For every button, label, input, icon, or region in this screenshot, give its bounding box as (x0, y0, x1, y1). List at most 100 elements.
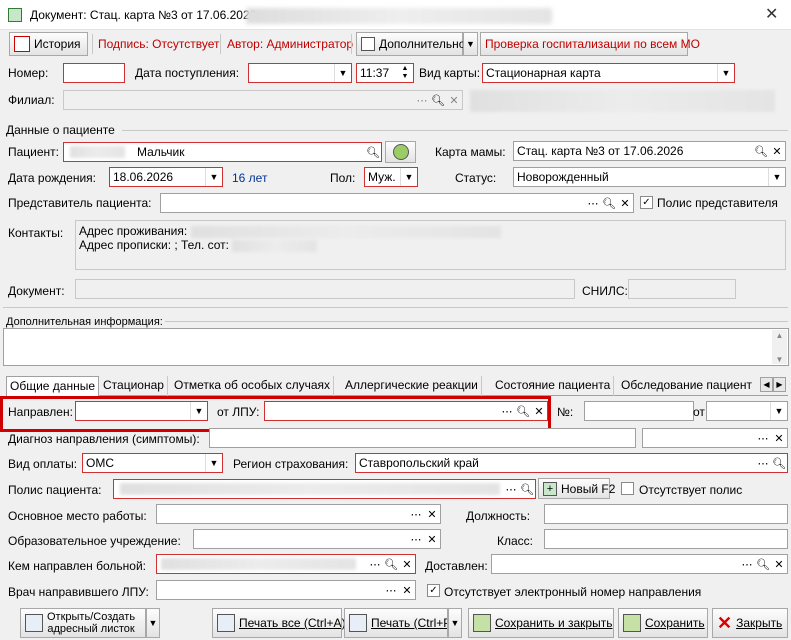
ellipsis-icon[interactable]: ⋯ (408, 530, 424, 548)
ellipsis-icon[interactable]: ⋯ (499, 402, 515, 420)
ellipsis-icon[interactable]: ⋯ (503, 480, 519, 498)
mother-card-field[interactable]: Стац. карта №3 от 17.06.2026 🔍︎ ✕ (513, 141, 786, 161)
tab-scroll-right-icon[interactable]: ▶ (773, 377, 786, 392)
number-field[interactable] (63, 63, 125, 83)
calendar-dropdown-icon[interactable]: ▼ (205, 168, 222, 186)
referral-date-field[interactable]: ▼ (706, 401, 788, 421)
open-address-button[interactable]: Открыть/Создать адресный листок (20, 608, 146, 638)
class-field[interactable] (544, 529, 788, 549)
save-button[interactable]: Сохранить (618, 608, 708, 638)
time-spinner-icon[interactable]: ▲ ▼ (397, 64, 413, 82)
referred-by-field[interactable]: ⋯ 🔍︎ ✕ (156, 554, 416, 574)
search-icon[interactable]: 🔍︎ (753, 142, 769, 160)
tab-hospital[interactable]: Стационар (100, 376, 168, 396)
search-icon[interactable]: 🔍︎ (365, 143, 381, 161)
section-divider (3, 307, 788, 308)
history-button[interactable]: История (9, 32, 88, 56)
policy-field[interactable]: ⋯ 🔍︎ (113, 479, 536, 499)
birth-date-field[interactable]: 18.06.2026 ▼ (109, 167, 223, 187)
print-button[interactable]: Печать (Ctrl+P) (344, 608, 448, 638)
from-lpu-field[interactable]: ⋯ 🔍︎ ✕ (264, 401, 548, 421)
open-address-dropdown[interactable]: ▼ (146, 608, 160, 638)
scrollbar[interactable]: ▲ ▼ (772, 330, 787, 364)
section-divider (122, 130, 788, 131)
card-type-select[interactable]: Стационарная карта ▼ (482, 63, 735, 83)
search-icon[interactable]: 🔍︎ (515, 402, 531, 420)
save-icon (623, 614, 641, 632)
chevron-down-icon[interactable]: ▼ (717, 64, 734, 82)
search-icon[interactable]: 🔍︎ (771, 454, 787, 472)
ellipsis-icon[interactable]: ⋯ (383, 581, 399, 599)
clear-icon[interactable]: ✕ (424, 505, 440, 523)
ellipsis-icon[interactable]: ⋯ (755, 429, 771, 447)
clear-icon[interactable]: ✕ (769, 142, 785, 160)
chevron-down-icon[interactable]: ▼ (190, 402, 207, 420)
tab-examination[interactable]: Обследование пациент (618, 376, 755, 396)
ellipsis-icon[interactable]: ⋯ (367, 555, 383, 573)
ellipsis-icon[interactable]: ⋯ (755, 454, 771, 472)
clear-icon[interactable]: ✕ (771, 429, 787, 447)
diagnosis-code-field[interactable]: ⋯ ✕ (642, 428, 788, 448)
clear-icon[interactable]: ✕ (617, 194, 633, 212)
workplace-field[interactable]: ⋯ ✕ (156, 504, 441, 524)
clear-icon[interactable]: ✕ (424, 530, 440, 548)
chevron-down-icon[interactable]: ▼ (770, 402, 787, 420)
close-button[interactable]: ✕ Закрыть (712, 608, 788, 638)
referral-number-field[interactable] (584, 401, 694, 421)
patient-card-button[interactable] (385, 141, 416, 163)
no-e-referral-checkbox[interactable]: ✓ (427, 584, 440, 597)
chevron-down-icon[interactable]: ▼ (205, 454, 222, 472)
branch-field[interactable]: ⋯ 🔍︎ ✕ (63, 90, 463, 110)
clear-icon[interactable]: ✕ (399, 555, 415, 573)
clear-icon[interactable]: ✕ (399, 581, 415, 599)
ellipsis-icon[interactable]: ⋯ (414, 91, 430, 109)
additional-dropdown[interactable]: ▼ (463, 32, 478, 56)
new-policy-button[interactable]: + Новый F2 (538, 478, 615, 499)
search-icon[interactable]: 🔍︎ (383, 555, 399, 573)
status-select[interactable]: Новорожденный ▼ (513, 167, 786, 187)
representative-policy-checkbox[interactable]: ✓ (640, 196, 653, 209)
search-icon[interactable]: 🔍︎ (755, 555, 771, 573)
tab-allergies[interactable]: Аллергические реакции (342, 376, 482, 396)
chevron-down-icon[interactable]: ▼ (400, 168, 417, 186)
print-all-button[interactable]: Печать все (Ctrl+A) (212, 608, 346, 638)
no-policy-checkbox[interactable] (621, 482, 634, 495)
ellipsis-icon[interactable]: ⋯ (739, 555, 755, 573)
tab-general[interactable]: Общие данные (6, 376, 100, 397)
delivered-field[interactable]: ⋯ 🔍︎ ✕ (491, 554, 788, 574)
ellipsis-icon[interactable]: ⋯ (408, 505, 424, 523)
tab-special-cases[interactable]: Отметка об особых случаях (171, 376, 334, 396)
sex-select[interactable]: Муж. ▼ (364, 167, 418, 187)
ellipsis-icon[interactable]: ⋯ (585, 194, 601, 212)
close-window-button[interactable]: ✕ (765, 4, 778, 24)
insurance-region-field[interactable]: Ставропольский край ⋯ 🔍︎ (355, 453, 788, 473)
tab-patient-state[interactable]: Состояние пациента (492, 376, 615, 396)
history-icon (14, 36, 30, 52)
save-close-button[interactable]: Сохранить и закрыть (468, 608, 614, 638)
additional-button[interactable]: Дополнительно (356, 32, 465, 56)
school-field[interactable]: ⋯ ✕ (193, 529, 441, 549)
print-dropdown[interactable]: ▼ (448, 608, 462, 638)
chevron-down-icon[interactable]: ▼ (768, 168, 785, 186)
admission-date-field[interactable]: ▼ (248, 63, 352, 83)
printer-icon (217, 614, 235, 632)
clear-icon[interactable]: ✕ (446, 91, 462, 109)
clear-icon[interactable]: ✕ (771, 555, 787, 573)
representative-field[interactable]: ⋯ 🔍︎ ✕ (160, 193, 634, 213)
patient-field[interactable]: Мальчик 🔍︎ (63, 142, 382, 162)
payment-select[interactable]: ОМС ▼ (82, 453, 223, 473)
doctor-field[interactable]: ⋯ ✕ (156, 580, 416, 600)
calendar-dropdown-icon[interactable]: ▼ (334, 64, 351, 82)
admission-time-field[interactable]: 11:37 ▲ ▼ (356, 63, 414, 83)
tab-scroll-left-icon[interactable]: ◀ (760, 377, 773, 392)
referral-select[interactable]: ▼ (75, 401, 208, 421)
search-icon[interactable]: 🔍︎ (430, 91, 446, 109)
clear-icon[interactable]: ✕ (531, 402, 547, 420)
search-icon[interactable]: 🔍︎ (519, 480, 535, 498)
diagnosis-field[interactable] (209, 428, 636, 448)
position-field[interactable] (544, 504, 788, 524)
extra-info-textarea[interactable]: ▲ ▼ (3, 328, 789, 366)
insurance-region-label: Регион страхования: (233, 457, 349, 471)
search-icon[interactable]: 🔍︎ (601, 194, 617, 212)
hospitalization-check-button[interactable]: Проверка госпитализации по всем МО (480, 32, 700, 56)
